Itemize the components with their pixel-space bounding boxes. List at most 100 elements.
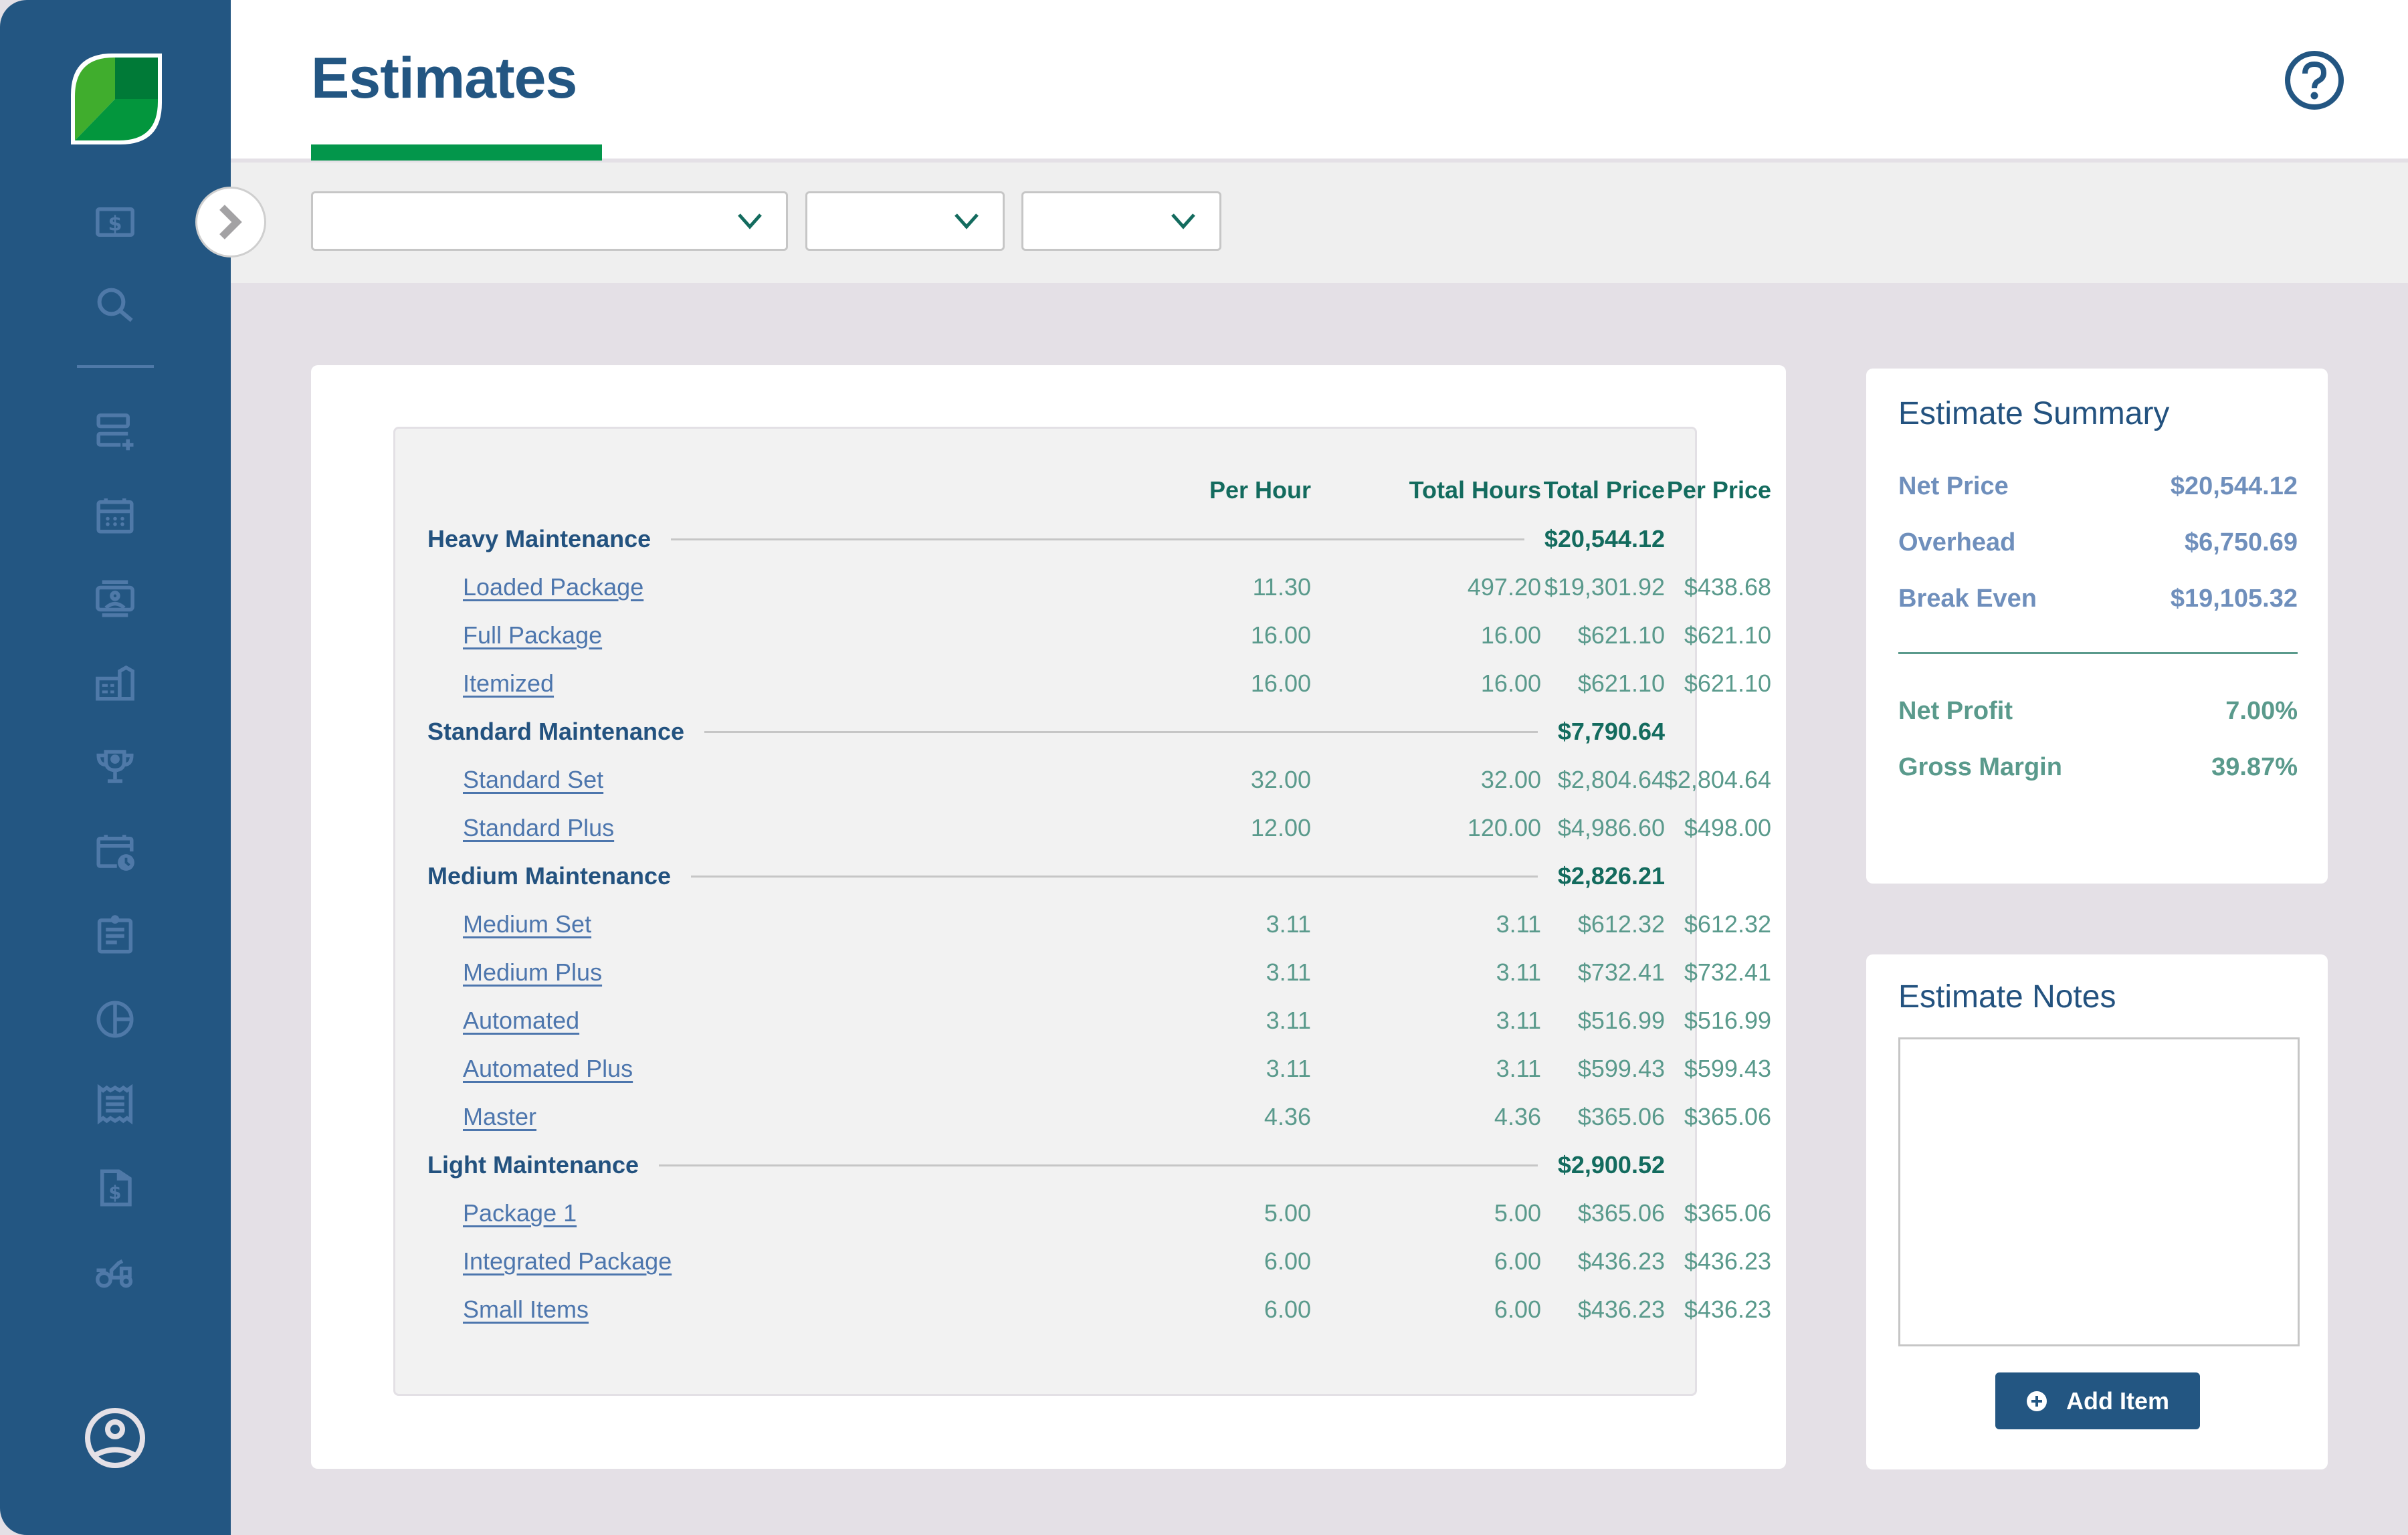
- summary-row-gross-margin: Gross Margin 39.87%: [1898, 747, 2298, 787]
- contacts-icon: [96, 580, 134, 617]
- sidebar-item-properties[interactable]: [88, 655, 142, 709]
- total-price-cell: $516.99: [1577, 1007, 1665, 1034]
- group-name: Medium Maintenance: [427, 862, 672, 890]
- estimate-table: Per Hour Total Hours Per Price Total Pri…: [393, 427, 1771, 1396]
- summary-value: 7.00%: [2225, 697, 2298, 725]
- search-icon: [97, 288, 133, 322]
- item-link[interactable]: Automated: [463, 1001, 579, 1041]
- total-price-cell: $365.06: [1577, 1199, 1665, 1227]
- sidebar-item-receipts[interactable]: [88, 1078, 142, 1131]
- sidebar-item-calendar[interactable]: [88, 488, 142, 542]
- user-avatar-icon[interactable]: [82, 1405, 148, 1471]
- group-total: $2,900.52: [1557, 1151, 1665, 1179]
- item-link[interactable]: Full Package: [463, 615, 602, 655]
- chevron-down-icon: [955, 213, 979, 229]
- filter-dropdown-3[interactable]: [1021, 191, 1221, 251]
- table-row: Master 4.36 4.36 $365.06 $365.06: [395, 1097, 1771, 1137]
- page-title: Estimates: [311, 46, 577, 110]
- table-header-row: Per Hour Total Hours Per Price Total Pri…: [395, 470, 1771, 510]
- notes-title: Estimate Notes: [1898, 979, 2116, 1015]
- item-link[interactable]: Medium Plus: [463, 952, 602, 993]
- item-link[interactable]: Loaded Package: [463, 567, 643, 607]
- summary-row-net-profit: Net Profit 7.00%: [1898, 691, 2298, 731]
- chevron-right-icon: [219, 205, 242, 239]
- trophy-icon: [96, 750, 134, 783]
- calendar-clock-icon: [96, 835, 134, 871]
- column-header-total-price: Total Price: [1543, 476, 1665, 504]
- group-row: Medium Maintenance $2,826.21: [395, 856, 1695, 896]
- item-link[interactable]: Medium Set: [463, 904, 591, 944]
- sidebar-item-invoices[interactable]: $: [88, 1161, 142, 1215]
- per-hour-cell: 4.36: [1264, 1103, 1311, 1130]
- summary-label: Net Profit: [1898, 697, 2013, 725]
- item-link[interactable]: Automated Plus: [463, 1049, 633, 1089]
- summary-value: $6,750.69: [2184, 528, 2298, 556]
- receipt-icon: [97, 1084, 133, 1125]
- clipboard-icon: [97, 915, 133, 954]
- logo-icon[interactable]: [66, 48, 167, 150]
- group-row: Standard Maintenance $7,790.64: [395, 712, 1695, 752]
- sidebar-item-billing[interactable]: $: [88, 195, 142, 249]
- svg-text:$: $: [108, 212, 122, 235]
- total-price-cell: $4,986.60: [1557, 814, 1665, 841]
- group-name: Heavy Maintenance: [427, 525, 651, 552]
- summary-value: 39.87%: [2211, 753, 2298, 781]
- sidebar-item-equipment[interactable]: [88, 1245, 142, 1299]
- total-price-cell: $19,301.92: [1544, 573, 1665, 601]
- table-row: Standard Set 32.00 32.00 $2,804.64 $2,804.64: [395, 760, 1771, 800]
- table-row: Itemized 16.00 16.00 $621.10 $621.10: [395, 663, 1771, 704]
- table-row: Small Items 6.00 6.00 $436.23 $436.23: [395, 1290, 1771, 1330]
- sidebar-expand-button[interactable]: [195, 187, 266, 258]
- sidebar-item-tasks[interactable]: [88, 908, 142, 962]
- sidebar-item-search[interactable]: [88, 279, 142, 332]
- summary-divider: [1898, 652, 2298, 654]
- sidebar-divider: [77, 365, 154, 368]
- summary-row-overhead: Overhead $6,750.69: [1898, 522, 2298, 562]
- page-header: Estimates: [231, 0, 2408, 161]
- total-price-cell: $621.10: [1577, 621, 1665, 649]
- item-link[interactable]: Small Items: [463, 1290, 589, 1330]
- per-hour-cell: 5.00: [1264, 1199, 1311, 1227]
- estimate-summary-card: Estimate Summary Net Price $20,544.12 Ov…: [1866, 369, 2328, 884]
- column-header-per-hour: Per Hour: [1209, 476, 1311, 504]
- table-row: Loaded Package 11.30 497.20 $438.68 $19,301.…: [395, 567, 1771, 607]
- item-link[interactable]: Master: [463, 1097, 536, 1137]
- total-price-cell: $436.23: [1577, 1296, 1665, 1323]
- table-row: Medium Set 3.11 3.11 $612.32 $612.32: [395, 904, 1771, 944]
- per-hour-cell: 11.30: [1252, 573, 1311, 601]
- total-price-cell: $732.41: [1577, 958, 1665, 986]
- filter-dropdown-2[interactable]: [805, 191, 1005, 251]
- group-total: $20,544.12: [1544, 525, 1665, 552]
- sidebar-item-reports[interactable]: [88, 993, 142, 1046]
- invoice-icon: $: [100, 1169, 132, 1207]
- sidebar-item-schedule[interactable]: [88, 825, 142, 878]
- active-tab-indicator: [311, 144, 602, 161]
- per-hour-cell: 16.00: [1250, 670, 1311, 697]
- summary-row-net-price: Net Price $20,544.12: [1898, 466, 2298, 506]
- sidebar-item-add-list[interactable]: [88, 403, 142, 457]
- summary-title: Estimate Summary: [1898, 396, 2170, 431]
- filter-dropdown-1[interactable]: [311, 191, 788, 251]
- per-hour-cell: 3.11: [1266, 1055, 1311, 1082]
- summary-value: $19,105.32: [2170, 585, 2298, 613]
- add-item-button[interactable]: Add Item: [1995, 1372, 2200, 1429]
- per-hour-cell: 12.00: [1250, 814, 1311, 841]
- money-icon: $: [96, 207, 134, 237]
- plus-circle-icon: [2026, 1391, 2047, 1411]
- summary-label: Gross Margin: [1898, 753, 2062, 781]
- item-link[interactable]: Standard Set: [463, 760, 603, 800]
- help-circle-icon[interactable]: [2282, 48, 2346, 112]
- item-link[interactable]: Package 1: [463, 1193, 577, 1233]
- table-row: Package 1 5.00 5.00 $365.06 $365.06: [395, 1193, 1771, 1233]
- chevron-down-icon: [1171, 213, 1195, 229]
- chevron-down-icon: [738, 213, 762, 229]
- sidebar-item-achievements[interactable]: [88, 740, 142, 793]
- notes-textarea[interactable]: [1898, 1037, 2300, 1346]
- table-row: Full Package 16.00 16.00 $621.10 $621.10: [395, 615, 1771, 655]
- summary-label: Net Price: [1898, 472, 2009, 500]
- item-link[interactable]: Standard Plus: [463, 808, 614, 848]
- item-link[interactable]: Itemized: [463, 663, 554, 704]
- sidebar-item-contacts[interactable]: [88, 572, 142, 625]
- group-row: Heavy Maintenance $20,544.12: [395, 519, 1695, 559]
- item-link[interactable]: Integrated Package: [463, 1241, 672, 1282]
